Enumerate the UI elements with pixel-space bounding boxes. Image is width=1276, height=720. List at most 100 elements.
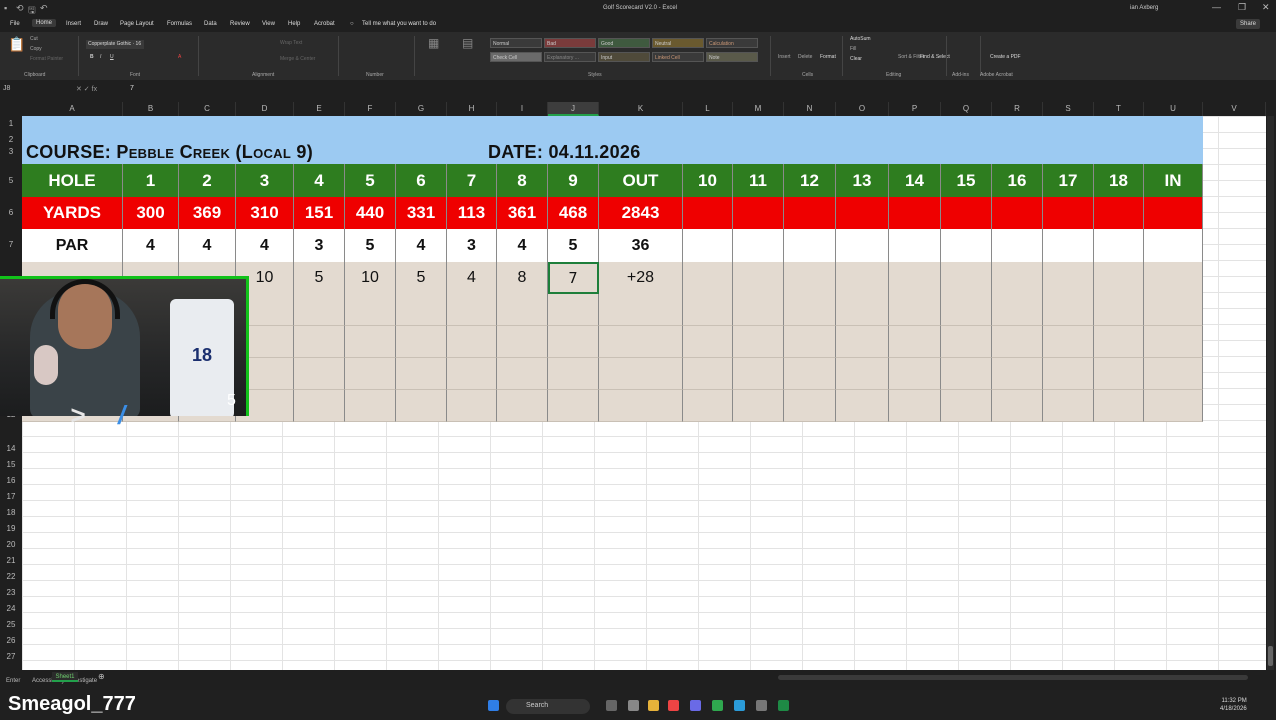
yards-cell-6[interactable]: 331	[396, 197, 447, 229]
hole-cell-0[interactable]: HOLE	[22, 164, 123, 197]
style-bad[interactable]: Bad	[544, 38, 596, 48]
file-explorer-icon[interactable]	[648, 700, 659, 711]
empty-cell[interactable]	[733, 294, 784, 326]
yards-cell-16[interactable]	[941, 197, 992, 229]
xbox-icon[interactable]	[712, 700, 723, 711]
hole-cell-19[interactable]: 18	[1094, 164, 1144, 197]
empty-cell[interactable]	[1094, 326, 1144, 358]
empty-cell[interactable]	[1144, 390, 1203, 422]
sheet-tab[interactable]: Sheet1	[52, 672, 78, 682]
empty-cell[interactable]	[992, 294, 1043, 326]
widgets-icon[interactable]	[628, 700, 639, 711]
hole-cell-18[interactable]: 17	[1043, 164, 1094, 197]
hole-cell-12[interactable]: 11	[733, 164, 784, 197]
close-icon[interactable]: ✕	[1262, 2, 1270, 13]
hole-cell-14[interactable]: 13	[836, 164, 889, 197]
empty-cell[interactable]	[836, 326, 889, 358]
empty-cell[interactable]	[784, 326, 836, 358]
style-linked-cell[interactable]: Linked Cell	[652, 52, 704, 62]
empty-cell[interactable]	[992, 358, 1043, 390]
system-clock[interactable]: 11:32 PM 4/18/2026	[1220, 697, 1247, 713]
style-normal[interactable]: Normal	[490, 38, 542, 48]
empty-cell[interactable]	[345, 326, 396, 358]
row-header-22[interactable]: 22	[0, 572, 22, 581]
row-header-16[interactable]: 16	[0, 476, 22, 485]
empty-cell[interactable]	[294, 294, 345, 326]
empty-cell[interactable]	[447, 326, 497, 358]
par-cell-2[interactable]: 4	[179, 229, 236, 262]
score-cell-6[interactable]: 5	[396, 262, 447, 294]
row-header-23[interactable]: 23	[0, 588, 22, 597]
wrap-text-button[interactable]: Wrap Text	[280, 40, 302, 46]
empty-cell[interactable]	[599, 294, 683, 326]
chrome-icon[interactable]	[668, 700, 679, 711]
column-header-u[interactable]: U	[1144, 102, 1203, 116]
par-cell-16[interactable]	[941, 229, 992, 262]
windows-start-icon[interactable]	[488, 700, 499, 711]
row-header-1[interactable]: 1	[0, 119, 22, 128]
score-cell-9[interactable]: 7	[548, 262, 599, 294]
par-cell-4[interactable]: 3	[294, 229, 345, 262]
fill-button[interactable]: Fill	[850, 46, 856, 52]
undo-icon[interactable]: ↶	[40, 3, 48, 14]
tab-data[interactable]: Data	[204, 21, 217, 27]
yards-cell-9[interactable]: 468	[548, 197, 599, 229]
tab-insert[interactable]: Insert	[66, 21, 81, 27]
hole-cell-16[interactable]: 15	[941, 164, 992, 197]
empty-cell[interactable]	[683, 358, 733, 390]
empty-cell[interactable]	[396, 294, 447, 326]
hole-cell-8[interactable]: 8	[497, 164, 548, 197]
par-cell-17[interactable]	[992, 229, 1043, 262]
tab-view[interactable]: View	[262, 21, 275, 27]
empty-cell[interactable]	[294, 358, 345, 390]
style-check-cell[interactable]: Check Cell	[490, 52, 542, 62]
tab-home[interactable]: Home	[32, 19, 57, 27]
score-cell-19[interactable]	[1094, 262, 1144, 294]
par-cell-19[interactable]	[1094, 229, 1144, 262]
hole-cell-4[interactable]: 4	[294, 164, 345, 197]
column-header-q[interactable]: Q	[941, 102, 992, 116]
yards-cell-15[interactable]	[889, 197, 941, 229]
hole-cell-20[interactable]: IN	[1144, 164, 1203, 197]
score-cell-12[interactable]	[733, 262, 784, 294]
hole-cell-10[interactable]: OUT	[599, 164, 683, 197]
column-header-b[interactable]: B	[123, 102, 179, 116]
column-header-m[interactable]: M	[733, 102, 784, 116]
share-button[interactable]: Share	[1236, 19, 1261, 29]
tab-acrobat[interactable]: Acrobat	[314, 21, 335, 27]
name-box[interactable]: J8	[3, 85, 10, 92]
empty-cell[interactable]	[447, 390, 497, 422]
yards-cell-3[interactable]: 310	[236, 197, 294, 229]
par-cell-13[interactable]	[784, 229, 836, 262]
empty-cell[interactable]	[497, 390, 548, 422]
par-cell-11[interactable]	[683, 229, 733, 262]
style-neutral[interactable]: Neutral	[652, 38, 704, 48]
font-name-dropdown[interactable]: Copperplate Gothic · 16	[86, 40, 144, 49]
empty-cell[interactable]	[992, 326, 1043, 358]
hole-cell-13[interactable]: 12	[784, 164, 836, 197]
formula-input[interactable]: 7	[130, 85, 134, 92]
row-header-7[interactable]: 7	[0, 240, 22, 249]
column-header-r[interactable]: R	[992, 102, 1043, 116]
course-label[interactable]: COURSE: Pebble Creek (Local 9)	[26, 142, 313, 163]
score-cell-4[interactable]: 5	[294, 262, 345, 294]
yards-cell-5[interactable]: 440	[345, 197, 396, 229]
column-header-g[interactable]: G	[396, 102, 447, 116]
empty-cell[interactable]	[836, 358, 889, 390]
score-cell-5[interactable]: 10	[345, 262, 396, 294]
par-cell-1[interactable]: 4	[123, 229, 179, 262]
yards-cell-12[interactable]	[733, 197, 784, 229]
score-cell-18[interactable]	[1043, 262, 1094, 294]
yards-cell-13[interactable]	[784, 197, 836, 229]
empty-cell[interactable]	[733, 326, 784, 358]
tell-me-search[interactable]: Tell me what you want to do	[362, 21, 436, 27]
style-calculation[interactable]: Calculation	[706, 38, 758, 48]
yards-cell-18[interactable]	[1043, 197, 1094, 229]
empty-cell[interactable]	[548, 390, 599, 422]
discord-icon[interactable]	[690, 700, 701, 711]
format-as-table-icon[interactable]: ▤	[462, 36, 473, 50]
yards-cell-8[interactable]: 361	[497, 197, 548, 229]
empty-cell[interactable]	[548, 326, 599, 358]
row-header-18[interactable]: 18	[0, 508, 22, 517]
empty-cell[interactable]	[396, 358, 447, 390]
